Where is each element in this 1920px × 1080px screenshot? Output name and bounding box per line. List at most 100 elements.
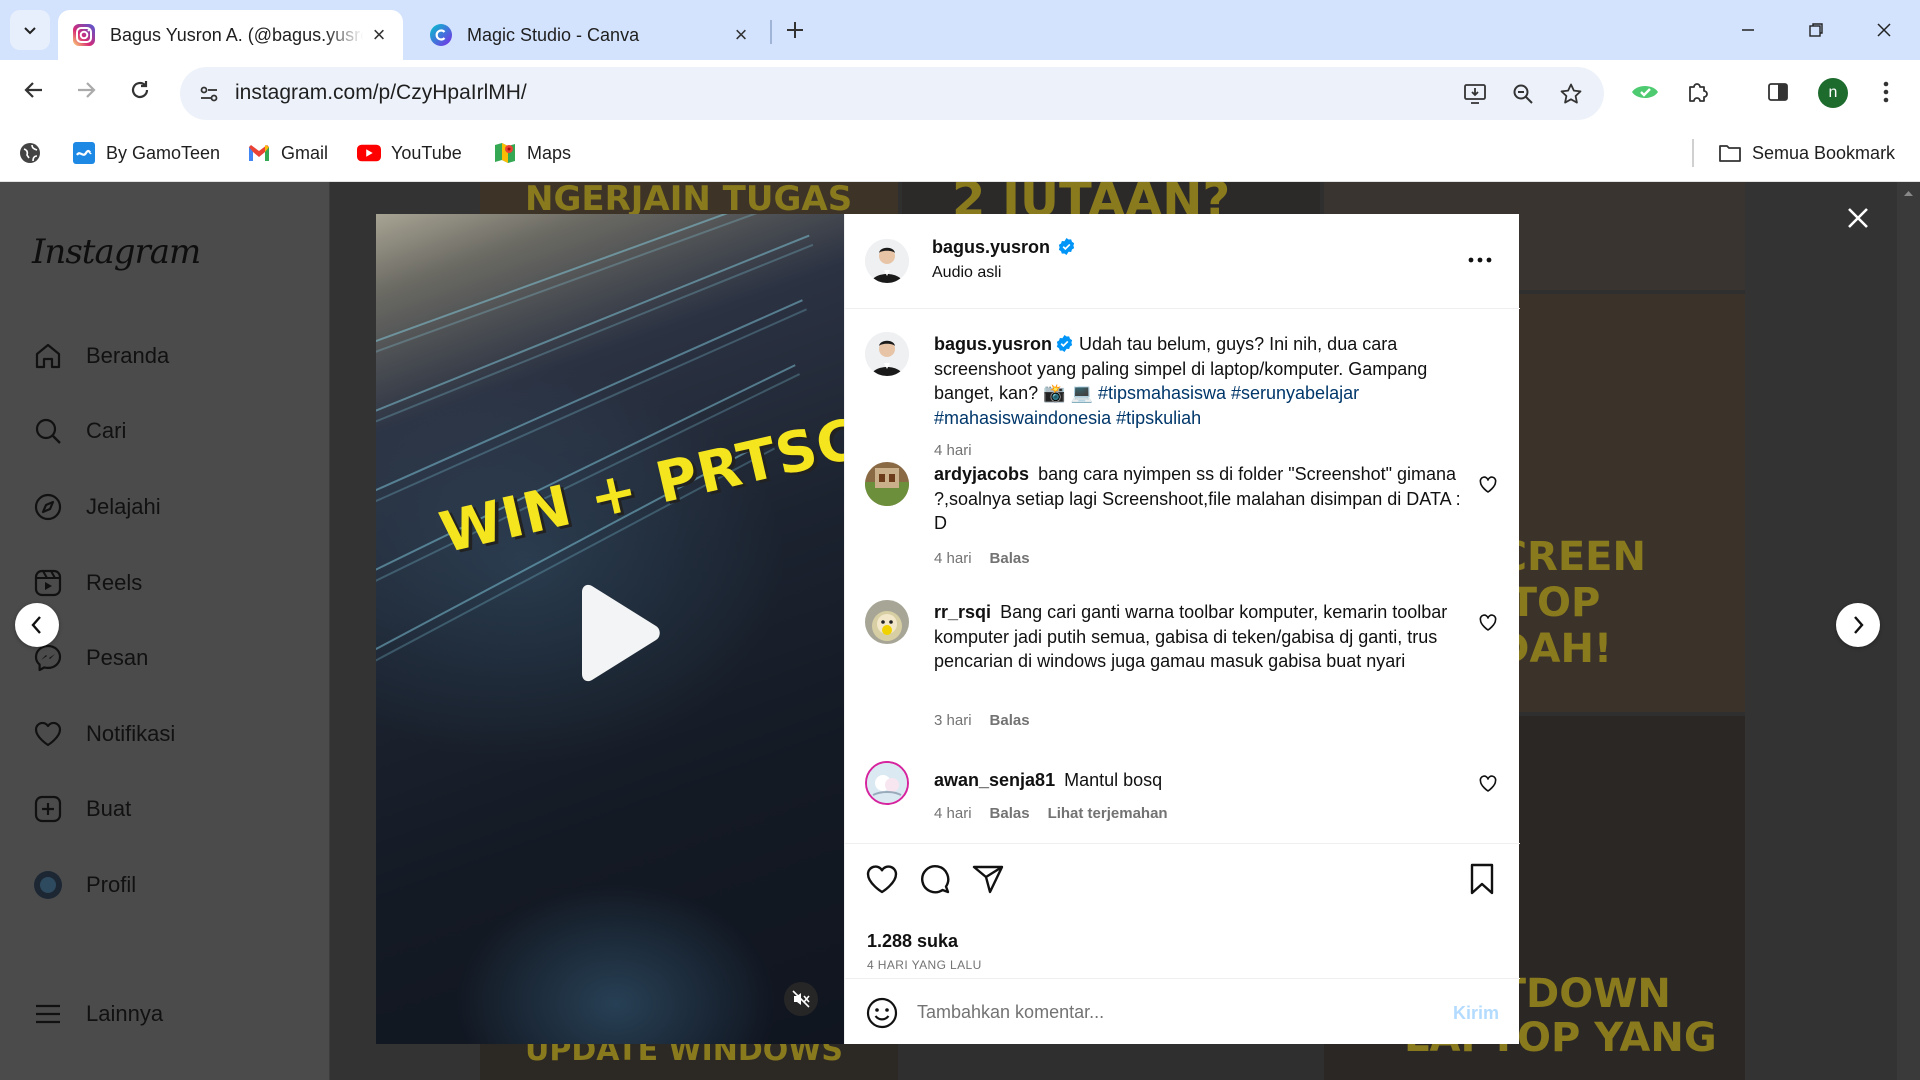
minimize-window-button[interactable]: [1728, 10, 1768, 50]
caption-body: bagus.yusron Udah tau belum, guys? Ini ni…: [934, 332, 1464, 430]
heart-icon: [866, 865, 898, 894]
install-app-icon[interactable]: [1460, 79, 1490, 109]
forward-button[interactable]: [64, 68, 108, 112]
play-icon[interactable]: [572, 584, 662, 684]
reply-button[interactable]: Balas: [990, 550, 1030, 567]
comment-time: 4 hari: [934, 805, 972, 822]
new-tab-button[interactable]: [775, 10, 815, 50]
instagram-page: NGERJAIN TUGAS 2 JUTAAN? A SCREEN LAPTOP…: [0, 182, 1920, 1080]
emoji-smiley-icon[interactable]: [865, 996, 899, 1030]
tab-title: Magic Studio - Canva: [467, 24, 640, 45]
post-details-panel: bagus.yusron Audio asli bagus.yusron Udah…: [844, 214, 1520, 1044]
comments-list[interactable]: bagus.yusron Udah tau belum, guys? Ini ni…: [845, 310, 1520, 843]
comment-username[interactable]: awan_senja81: [934, 770, 1055, 790]
reel-video-player[interactable]: WIN + PRTSC: [376, 214, 844, 1044]
browser-toolbar: instagram.com/p/CzyHpaIrlMH/ n: [0, 60, 1920, 125]
commenter-avatar[interactable]: [865, 462, 909, 506]
muted-speaker-icon: [792, 990, 810, 1008]
next-post-button[interactable]: [1836, 603, 1880, 647]
back-button[interactable]: [12, 68, 56, 112]
page-scrollbar[interactable]: [1897, 182, 1920, 1080]
tab-close-icon[interactable]: ×: [369, 22, 389, 47]
profile-avatar-button[interactable]: n: [1818, 78, 1848, 108]
restore-icon: [1809, 23, 1823, 37]
zoom-icon[interactable]: [1508, 79, 1538, 109]
explore-compass-icon: [32, 491, 64, 523]
scroll-up-arrow-icon: [1904, 191, 1913, 196]
bookmark-label: Maps: [527, 142, 572, 163]
mute-button[interactable]: [784, 982, 818, 1016]
gmail-icon: [247, 141, 271, 165]
address-bar[interactable]: instagram.com/p/CzyHpaIrlMH/: [180, 67, 1604, 120]
menu-hamburger-icon: [32, 998, 64, 1030]
comment-meta: 3 hari Balas: [934, 712, 1030, 729]
like-comment-heart-icon[interactable]: [1479, 614, 1497, 632]
tab-canva[interactable]: Magic Studio - Canva ×: [415, 10, 765, 60]
search-icon: [32, 415, 64, 447]
nav-pesan[interactable]: Pesan: [32, 638, 148, 678]
post-timestamp: 4 HARI YANG LALU: [867, 958, 982, 972]
nav-jelajahi[interactable]: Jelajahi: [32, 487, 161, 527]
extensions-puzzle-icon[interactable]: [1678, 72, 1718, 112]
all-bookmarks-button[interactable]: Semua Bookmark: [1718, 139, 1895, 167]
like-comment-heart-icon[interactable]: [1479, 775, 1497, 793]
add-comment-input[interactable]: [917, 993, 1417, 1031]
previous-post-button[interactable]: [15, 603, 59, 647]
nav-beranda[interactable]: Beranda: [32, 336, 169, 376]
see-translation-button[interactable]: Lihat terjemahan: [1048, 805, 1168, 822]
site-info-icon[interactable]: [194, 79, 224, 109]
close-window-button[interactable]: [1864, 10, 1904, 50]
author-avatar[interactable]: [865, 332, 909, 376]
canva-icon: [430, 24, 452, 46]
like-button[interactable]: [865, 862, 899, 896]
restore-window-button[interactable]: [1796, 10, 1836, 50]
chevron-down-icon: [24, 27, 36, 35]
likes-count[interactable]: 1.288 suka: [867, 931, 958, 952]
more-menu-icon[interactable]: [1866, 72, 1906, 112]
send-paper-plane-icon: [972, 865, 1004, 894]
commenter-avatar[interactable]: [865, 761, 909, 805]
commenter-avatar[interactable]: [865, 600, 909, 644]
reply-button[interactable]: Balas: [990, 805, 1030, 822]
apps-globe-bookmark[interactable]: [18, 139, 42, 167]
nav-label: Lainnya: [86, 1001, 164, 1026]
nav-lainnya[interactable]: Lainnya: [32, 994, 163, 1034]
nav-buat[interactable]: Buat: [32, 789, 131, 829]
arrow-left-icon: [24, 82, 42, 98]
bookmark-youtube[interactable]: YouTube: [357, 139, 462, 167]
nav-profil[interactable]: Profil: [32, 865, 136, 905]
side-panel-icon[interactable]: [1758, 72, 1798, 112]
bookmark-maps[interactable]: Maps: [493, 139, 571, 167]
post-comment-button[interactable]: Kirim: [1453, 1003, 1499, 1024]
reply-button[interactable]: Balas: [990, 712, 1030, 729]
bookmark-gmail[interactable]: Gmail: [247, 139, 328, 167]
instagram-logo[interactable]: Instagram: [32, 232, 201, 272]
reload-button[interactable]: [118, 68, 162, 112]
nav-notifikasi[interactable]: Notifikasi: [32, 714, 175, 754]
nav-reels[interactable]: Reels: [32, 563, 142, 603]
more-options-button[interactable]: [1465, 250, 1495, 270]
comment-time: 3 hari: [934, 712, 972, 729]
nav-cari[interactable]: Cari: [32, 411, 126, 451]
author-avatar[interactable]: [865, 239, 909, 283]
save-button[interactable]: [1465, 862, 1499, 896]
nav-label: Profil: [86, 872, 137, 897]
comment-username[interactable]: ardyjacobs: [934, 464, 1029, 484]
tab-instagram[interactable]: Bagus Yusron A. (@bagus.yusron) ×: [58, 10, 403, 60]
tab-close-icon[interactable]: ×: [731, 22, 751, 47]
url-text[interactable]: instagram.com/p/CzyHpaIrlMH/: [235, 81, 527, 105]
author-username[interactable]: bagus.yusron: [932, 237, 1050, 257]
close-modal-button[interactable]: [1840, 200, 1876, 236]
comment-meta: 4 hari Balas Lihat terjemahan: [934, 805, 1168, 822]
tab-search-dropdown-button[interactable]: [10, 10, 50, 50]
audio-label[interactable]: Audio asli: [932, 264, 1001, 282]
comment-username[interactable]: rr_rsqi: [934, 602, 991, 622]
comment-button[interactable]: [918, 862, 952, 896]
like-comment-heart-icon[interactable]: [1479, 476, 1497, 494]
browser-tab-strip: Bagus Yusron A. (@bagus.yusron) × Magic …: [0, 0, 1920, 60]
vpn-extension-icon[interactable]: [1625, 72, 1665, 112]
caption-username[interactable]: bagus.yusron: [934, 334, 1052, 354]
bookmark-gamoteen[interactable]: By GamoTeen: [72, 139, 220, 167]
share-button[interactable]: [971, 862, 1005, 896]
bookmark-star-icon[interactable]: [1556, 79, 1586, 109]
